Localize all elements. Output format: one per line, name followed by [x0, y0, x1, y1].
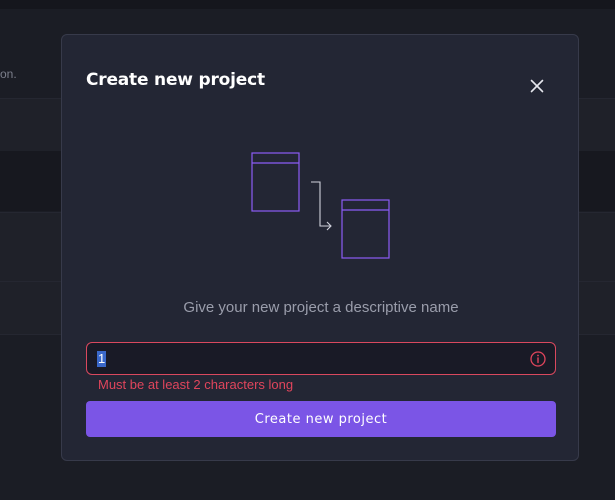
project-name-field[interactable]: 1	[86, 342, 556, 375]
create-project-button[interactable]: Create new project	[86, 401, 556, 437]
close-button[interactable]	[526, 75, 548, 97]
validation-error: Must be at least 2 characters long	[98, 377, 294, 392]
info-circle-icon	[530, 351, 546, 367]
background-topbar	[0, 0, 615, 9]
background-text: on.	[0, 67, 17, 81]
dialog-subtitle: Give your new project a descriptive name	[183, 299, 459, 316]
create-project-dialog: Create new project Give your new project…	[61, 34, 579, 461]
close-icon	[530, 79, 544, 93]
project-name-input[interactable]: 1	[97, 351, 107, 367]
project-move-illustration	[251, 152, 390, 259]
dialog-title: Create new project	[86, 70, 265, 90]
